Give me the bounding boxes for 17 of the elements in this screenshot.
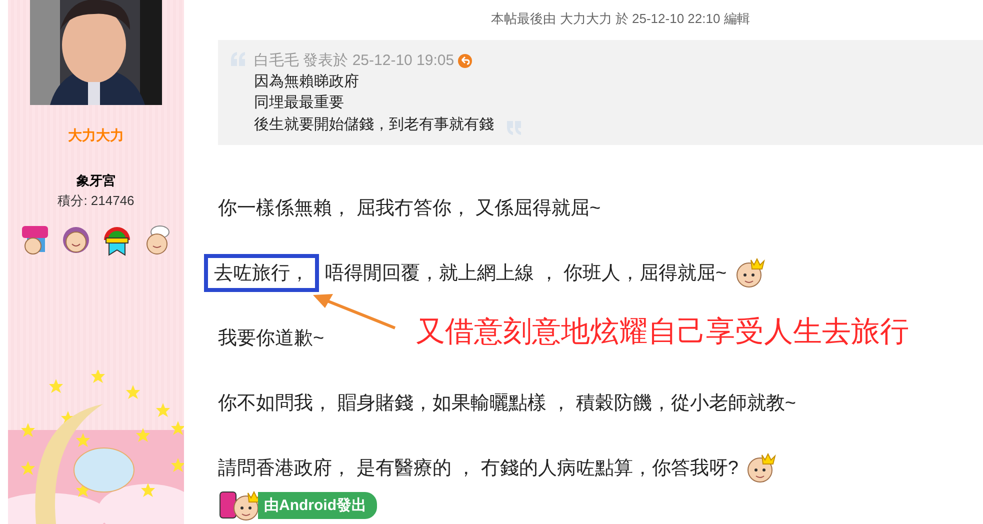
post-text: 我要你道歉~ <box>218 327 324 351</box>
post-text: 你一樣係無賴， 屈我冇答你， 又係屈得就屈~ <box>218 197 601 221</box>
quote-author: 白毛毛 發表於 25-12-10 19:05 <box>254 51 454 71</box>
quote-text: 同埋最最重要 <box>254 93 344 113</box>
highlighted-text: 去咗旅行， <box>204 254 319 292</box>
return-arrow-icon <box>458 54 472 68</box>
annotation-text: 又借意刻意地炫耀自己享受人生去旅行 <box>416 315 909 350</box>
username[interactable]: 大力大力 <box>68 127 124 145</box>
post-text: 唔得閒回覆，就上網上線 ， 你班人，屈得就屈~ <box>325 262 727 286</box>
post-text: 你不如問我， 賵身賭錢，如果輸曬點樣 ， 積穀防饑，從小老師就教~ <box>218 392 796 416</box>
device-badge: 由Android發出 <box>258 492 376 518</box>
user-group: 象牙宮 <box>76 172 116 190</box>
quote-text: 後生就要開始儲錢，到老有事就有錢 <box>254 114 494 134</box>
post-text: 請問香港政府， 是有醫療的 ， 冇錢的人病咗點算，你答我呀? <box>218 457 738 481</box>
edit-note: 本帖最後由 大力大力 於 25-12-10 22:10 編輯 <box>490 10 751 28</box>
points-text: 積分: 214746 <box>58 192 134 210</box>
quote-text: 因為無賴睇政府 <box>254 72 359 92</box>
